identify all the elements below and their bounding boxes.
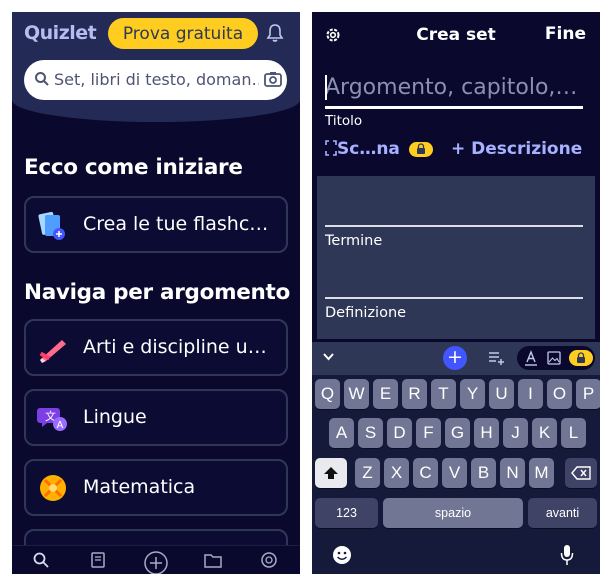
key-n[interactable]: N [500,458,525,488]
add-list-icon[interactable] [488,350,506,366]
term-label: Termine [325,233,383,249]
add-card-button[interactable]: + [443,346,467,370]
key-t[interactable]: T [431,379,456,409]
key-c[interactable]: C [413,458,438,488]
languages-icon: 文 A [37,408,67,431]
backspace-key[interactable] [565,458,597,488]
key-p[interactable]: P [576,379,600,409]
backspace-icon [571,466,591,480]
microphone-icon[interactable] [560,544,574,566]
search-placeholder: Set, libri di testo, doman… [54,70,259,89]
home-header: Quizlet Prova gratuita Set, libri di tes… [12,12,300,122]
premium-lock-icon [569,350,593,366]
numbers-key[interactable]: 123 [315,498,378,528]
term-card: Termine Definizione [317,176,595,339]
key-h[interactable]: H [474,418,499,448]
text-format-icon[interactable] [524,350,538,366]
key-f[interactable]: F [416,418,441,448]
key-l[interactable]: L [561,418,586,448]
definition-label: Definizione [325,305,407,321]
image-icon[interactable] [547,351,561,365]
section-title-get-started: Ecco come iniziare [24,155,243,180]
key-z[interactable]: Z [355,458,380,488]
scan-label: Sc…na [337,139,400,159]
key-m[interactable]: M [529,458,554,488]
key-s[interactable]: S [358,418,383,448]
shift-key[interactable] [315,458,347,488]
svg-text:A: A [57,420,64,431]
topic-card-languages[interactable]: 文 A Lingue [24,389,288,446]
key-o[interactable]: O [547,379,572,409]
topic-label-math: Matematica [83,476,196,498]
lock-icon [408,141,433,157]
create-flashcards-card[interactable]: Crea le tue flashc… [24,196,288,253]
section-title-browse: Naviga per argomento [24,280,290,305]
emoji-icon[interactable] [332,545,352,565]
key-i[interactable]: I [518,379,543,409]
key-x[interactable]: X [384,458,409,488]
create-set-screen: Crea set Fine Argomento, capitolo,… Tito… [312,12,600,574]
key-y[interactable]: Y [460,379,485,409]
bottom-navigation [12,545,300,574]
term-input-line[interactable] [325,225,583,227]
topic-label-languages: Lingue [83,406,147,428]
set-title-placeholder: Argomento, capitolo,… [325,75,578,100]
key-d[interactable]: D [387,418,412,448]
scan-icon [325,140,337,156]
quizlet-home-screen: Quizlet Prova gratuita Set, libri di tes… [12,12,300,574]
keyboard: QWERTYUIOP ASDFGHJKL ZXCVBNM 123 spazio … [312,375,600,574]
key-a[interactable]: A [329,418,354,448]
top-bar: Crea set Fine [312,12,600,56]
definition-input-line[interactable] [325,297,583,299]
folder-icon[interactable] [203,551,223,569]
space-key[interactable]: spazio [383,498,523,528]
key-e[interactable]: E [373,379,398,409]
bell-icon[interactable] [266,23,284,43]
key-u[interactable]: U [489,379,514,409]
search-icon [35,72,49,86]
quizlet-logo: Quizlet [24,22,97,44]
key-v[interactable]: V [442,458,467,488]
key-j[interactable]: J [503,418,528,448]
create-flashcards-label: Crea le tue flashc… [83,213,269,235]
topic-card-arts[interactable]: Arti e discipline u… [24,319,288,376]
format-tools [517,346,595,370]
search-input[interactable]: Set, libri di testo, doman… [24,60,287,100]
title-label: Titolo [325,113,363,129]
key-g[interactable]: G [445,418,470,448]
topic-card-math[interactable]: Matematica [24,459,288,516]
scan-button[interactable]: Sc…na [325,139,433,159]
coin-icon[interactable] [260,551,278,569]
add-description-button[interactable]: + Descrizione [451,139,582,159]
done-button[interactable]: Fine [545,24,586,44]
enter-key[interactable]: avanti [528,498,597,528]
shift-icon [324,467,338,479]
key-q[interactable]: Q [315,379,340,409]
camera-icon[interactable] [264,71,282,87]
free-trial-button[interactable]: Prova gratuita [108,18,258,49]
library-icon[interactable] [89,551,107,569]
key-k[interactable]: K [532,418,557,448]
chevron-down-icon[interactable] [322,352,335,362]
plus-circle-icon[interactable] [143,550,169,574]
set-title-input[interactable]: Argomento, capitolo,… [325,75,581,100]
key-b[interactable]: B [471,458,496,488]
arts-icon [39,340,66,363]
flashcards-icon [38,211,65,240]
title-underline [325,106,583,109]
key-w[interactable]: W [344,379,369,409]
key-r[interactable]: R [402,379,427,409]
math-icon [40,475,66,501]
home-icon[interactable] [32,551,50,569]
topic-label-arts: Arti e discipline u… [83,336,267,358]
text-cursor [325,75,327,100]
